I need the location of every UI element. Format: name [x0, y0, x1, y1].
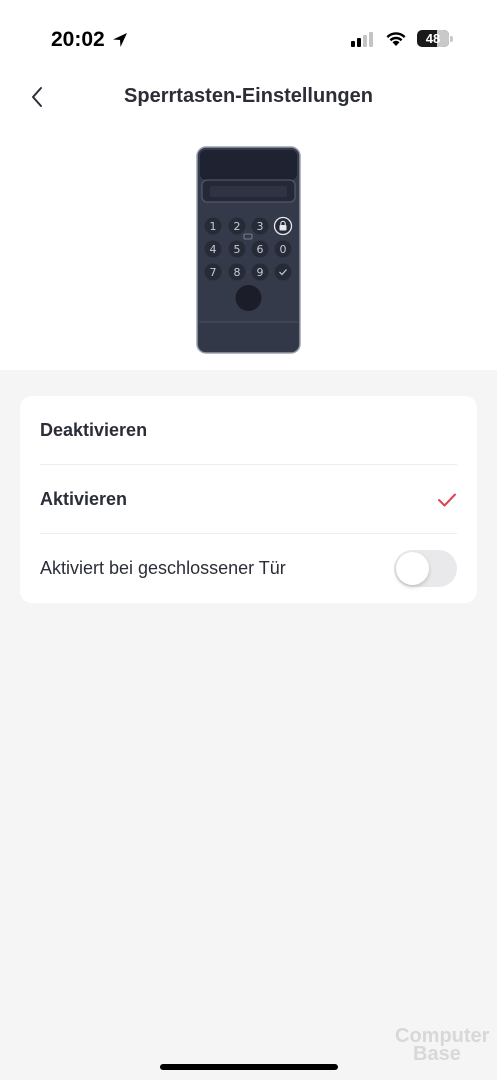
settings-card: Deaktivieren Aktivieren Aktiviert bei ge… — [20, 396, 477, 603]
computerbase-watermark: Computer Base — [387, 1022, 489, 1072]
cellular-signal-icon — [351, 31, 373, 47]
home-indicator[interactable] — [160, 1064, 338, 1070]
keypad-key-label: 0 — [280, 243, 287, 256]
keypad-check-key — [274, 263, 292, 281]
location-arrow-icon — [112, 33, 127, 47]
option-deactivate-label: Deaktivieren — [40, 420, 148, 440]
status-time-text: 20:02 — [51, 28, 105, 51]
checkmark-icon — [438, 493, 456, 506]
battery-level: 48 — [425, 31, 441, 46]
wifi-icon — [386, 31, 406, 46]
page-title: Sperrtasten-Einstellungen — [124, 85, 373, 107]
battery-icon: 48 — [417, 30, 449, 47]
keypad-key-label: 6 — [257, 243, 264, 256]
option-activate-label: Aktivieren — [40, 489, 128, 509]
option-activate[interactable]: Aktivieren — [40, 465, 457, 534]
keypad-key-label: 2 — [234, 220, 241, 233]
keypad-key-label: 8 — [234, 266, 241, 279]
battery-indicator: 48 — [417, 30, 453, 47]
option-deactivate[interactable]: Deaktivieren — [40, 396, 457, 465]
keypad-key-label: 7 — [210, 266, 217, 279]
closed-door-label: Aktiviert bei geschlossener Tür — [40, 558, 286, 578]
keypad-key-label: 3 — [257, 220, 264, 233]
closed-door-setting-row: Aktiviert bei geschlossener Tür — [40, 534, 457, 603]
watermark-line2: Base — [413, 1043, 461, 1065]
status-icons: 48 — [351, 30, 453, 47]
lock-icon — [279, 225, 287, 231]
keypad-key-label: 1 — [210, 220, 217, 233]
toggle-knob — [396, 552, 429, 585]
keypad-key-label: 4 — [210, 243, 217, 256]
keypad-key-label: 5 — [234, 243, 241, 256]
keypad-key-label: 9 — [257, 266, 264, 279]
closed-door-toggle[interactable] — [394, 550, 457, 587]
keypad-device-image: 1 2 3 4 5 6 0 7 8 9 — [196, 146, 301, 354]
status-time: 20:02 — [51, 28, 129, 52]
